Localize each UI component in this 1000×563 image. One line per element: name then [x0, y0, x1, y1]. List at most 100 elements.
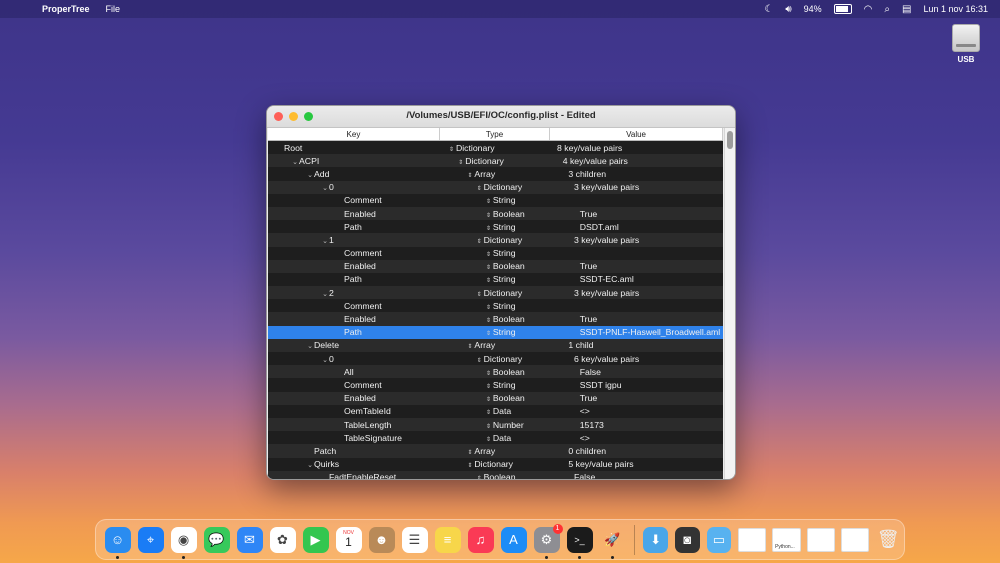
screenshot-app-icon[interactable]: ◙: [675, 526, 700, 553]
app-menu[interactable]: ProperTree: [42, 4, 90, 14]
value-cell[interactable]: <>: [576, 406, 723, 416]
type-stepper-icon[interactable]: ⇕: [467, 344, 472, 350]
tree-row[interactable]: ⌄2 ⇕ Dictionary 3 key/value pairs: [268, 286, 723, 300]
type-cell[interactable]: ⇕ Dictionary: [473, 354, 570, 364]
reminders-icon[interactable]: ☰: [401, 526, 428, 553]
tree-row[interactable]: Enabled ⇕ Boolean True: [268, 206, 723, 221]
value-cell[interactable]: <>: [576, 433, 723, 443]
value-cell[interactable]: 15173: [576, 420, 723, 430]
type-stepper-icon[interactable]: ⇕: [486, 424, 491, 430]
tree-row[interactable]: Path ⇕ String DSDT.aml: [268, 220, 723, 234]
value-cell[interactable]: SSDT igpu: [576, 380, 723, 390]
type-cell[interactable]: ⇕ Array: [463, 340, 564, 350]
disclosure-chevron-icon[interactable]: ⌄: [321, 290, 329, 298]
tree-row[interactable]: Path ⇕ String SSDT-EC.aml: [268, 272, 723, 287]
disclosure-chevron-icon[interactable]: ⌄: [321, 356, 329, 364]
volume-icon[interactable]: 🔊︎: [785, 4, 791, 15]
type-cell[interactable]: ⇕ Data: [482, 433, 576, 443]
tree-row[interactable]: TableLength ⇕ Number 15173: [268, 417, 723, 432]
type-stepper-icon[interactable]: ⇕: [486, 397, 491, 403]
type-cell[interactable]: ⇕ String: [482, 327, 576, 337]
type-cell[interactable]: ⇕ String: [482, 195, 576, 205]
type-stepper-icon[interactable]: ⇕: [486, 331, 491, 337]
tree-row[interactable]: All ⇕ Boolean False: [268, 365, 723, 379]
usb-drive[interactable]: USB: [947, 24, 985, 64]
control-center-icon[interactable]: ▤: [902, 4, 911, 15]
minimized-window-thumb-1[interactable]: [737, 527, 767, 552]
type-stepper-icon[interactable]: ⇕: [486, 226, 491, 232]
music-icon[interactable]: ♫: [467, 526, 494, 553]
contacts-icon[interactable]: ☻: [368, 526, 395, 553]
tree-row[interactable]: ⌄0 ⇕ Dictionary 3 key/value pairs: [268, 180, 723, 194]
type-cell[interactable]: ⇕ Array: [463, 169, 564, 179]
tree-row[interactable]: Enabled ⇕ Boolean True: [268, 312, 723, 326]
column-header-type[interactable]: Type: [440, 128, 551, 140]
downloads-folder-icon[interactable]: ⬇: [643, 526, 668, 553]
type-stepper-icon[interactable]: ⇕: [486, 371, 491, 377]
type-cell[interactable]: ⇕ Dictionary: [454, 156, 559, 166]
type-cell[interactable]: ⇕ Number: [482, 420, 576, 430]
type-cell[interactable]: ⇕Boolean: [482, 314, 576, 324]
type-stepper-icon[interactable]: ⇕: [486, 410, 491, 416]
rocket-icon[interactable]: 🚀: [600, 527, 626, 559]
tree-row[interactable]: FadtEnableReset⇕BooleanFalse: [268, 470, 723, 479]
type-stepper-icon[interactable]: ⇕: [486, 199, 491, 205]
type-stepper-icon[interactable]: ⇕: [467, 463, 472, 469]
notes-icon[interactable]: ≡: [434, 526, 461, 553]
type-stepper-icon[interactable]: ⇕: [486, 265, 491, 271]
value-cell[interactable]: 4 key/value pairs: [559, 156, 723, 166]
type-stepper-icon[interactable]: ⇕: [458, 160, 463, 166]
terminal-icon[interactable]: >_: [566, 526, 593, 559]
mail-icon[interactable]: ✉: [236, 526, 263, 553]
tree-row[interactable]: ⌄Add ⇕ Array 3 children: [268, 167, 723, 181]
column-header-value[interactable]: Value: [550, 128, 723, 140]
type-cell[interactable]: ⇕Boolean: [482, 261, 576, 271]
type-stepper-icon[interactable]: ⇕: [486, 278, 491, 284]
wifi-icon[interactable]: ◠: [864, 4, 873, 15]
folder-icon[interactable]: ▭: [706, 526, 732, 553]
focus-moon-icon[interactable]: ☾: [764, 4, 773, 15]
value-cell[interactable]: DSDT.aml: [576, 222, 723, 232]
tree-row[interactable]: Comment ⇕ String: [268, 193, 723, 207]
type-cell[interactable]: ⇕ String: [482, 301, 576, 311]
calendar-icon[interactable]: NOV 1: [335, 526, 362, 553]
value-cell[interactable]: 8 key/value pairs: [553, 143, 723, 153]
minimized-window-thumb-4[interactable]: [840, 527, 870, 552]
type-cell[interactable]: ⇕ String: [482, 222, 576, 232]
type-cell[interactable]: ⇕Boolean: [482, 367, 576, 377]
type-stepper-icon[interactable]: ⇕: [477, 186, 482, 192]
scrollbar-thumb[interactable]: [727, 131, 733, 149]
type-cell[interactable]: ⇕Boolean: [473, 472, 570, 479]
tree-row[interactable]: OemTableId ⇕ Data <>: [268, 404, 723, 418]
tree-row[interactable]: ⌄0 ⇕ Dictionary 6 key/value pairs: [268, 352, 723, 366]
type-stepper-icon[interactable]: ⇕: [449, 147, 454, 153]
type-cell[interactable]: ⇕ Data: [482, 406, 576, 416]
tree-row[interactable]: Comment ⇕ String: [268, 246, 723, 260]
type-stepper-icon[interactable]: ⇕: [486, 213, 491, 219]
value-cell[interactable]: True: [576, 209, 723, 219]
value-cell[interactable]: SSDT-EC.aml: [576, 274, 723, 284]
tree-row[interactable]: Path ⇕ String SSDT-PNLF-Haswell_Broadwell.a…: [268, 325, 723, 339]
minimized-window-thumb-3[interactable]: [806, 527, 835, 552]
type-stepper-icon[interactable]: ⇕: [486, 437, 491, 443]
vertical-scrollbar[interactable]: [724, 128, 735, 479]
type-cell[interactable]: ⇕ String: [482, 274, 576, 284]
type-stepper-icon[interactable]: ⇕: [477, 358, 482, 364]
tree-row[interactable]: ⌄1 ⇕ Dictionary 3 key/value pairs: [268, 233, 723, 247]
type-stepper-icon[interactable]: ⇕: [467, 173, 472, 179]
value-cell[interactable]: 3 key/value pairs: [570, 235, 723, 245]
value-cell[interactable]: 3 children: [564, 169, 723, 179]
disclosure-chevron-icon[interactable]: ⌄: [306, 461, 314, 469]
type-cell[interactable]: ⇕Boolean: [482, 393, 576, 403]
trash-icon[interactable]: 🗑︎: [876, 527, 901, 553]
tree-row[interactable]: Enabled ⇕ Boolean True: [268, 391, 723, 405]
finder-icon[interactable]: ☺: [104, 526, 131, 559]
chrome-icon[interactable]: ◉: [170, 526, 197, 559]
type-cell[interactable]: ⇕ Dictionary: [473, 182, 570, 192]
type-cell[interactable]: ⇕ Dictionary: [473, 235, 570, 245]
clock[interactable]: Lun 1 nov 16:31: [923, 4, 988, 14]
type-cell[interactable]: ⇕ Dictionary: [473, 288, 570, 298]
file-menu[interactable]: File: [106, 4, 121, 14]
disclosure-chevron-icon[interactable]: ⌄: [291, 158, 299, 166]
disclosure-chevron-icon[interactable]: ⌄: [306, 171, 314, 179]
